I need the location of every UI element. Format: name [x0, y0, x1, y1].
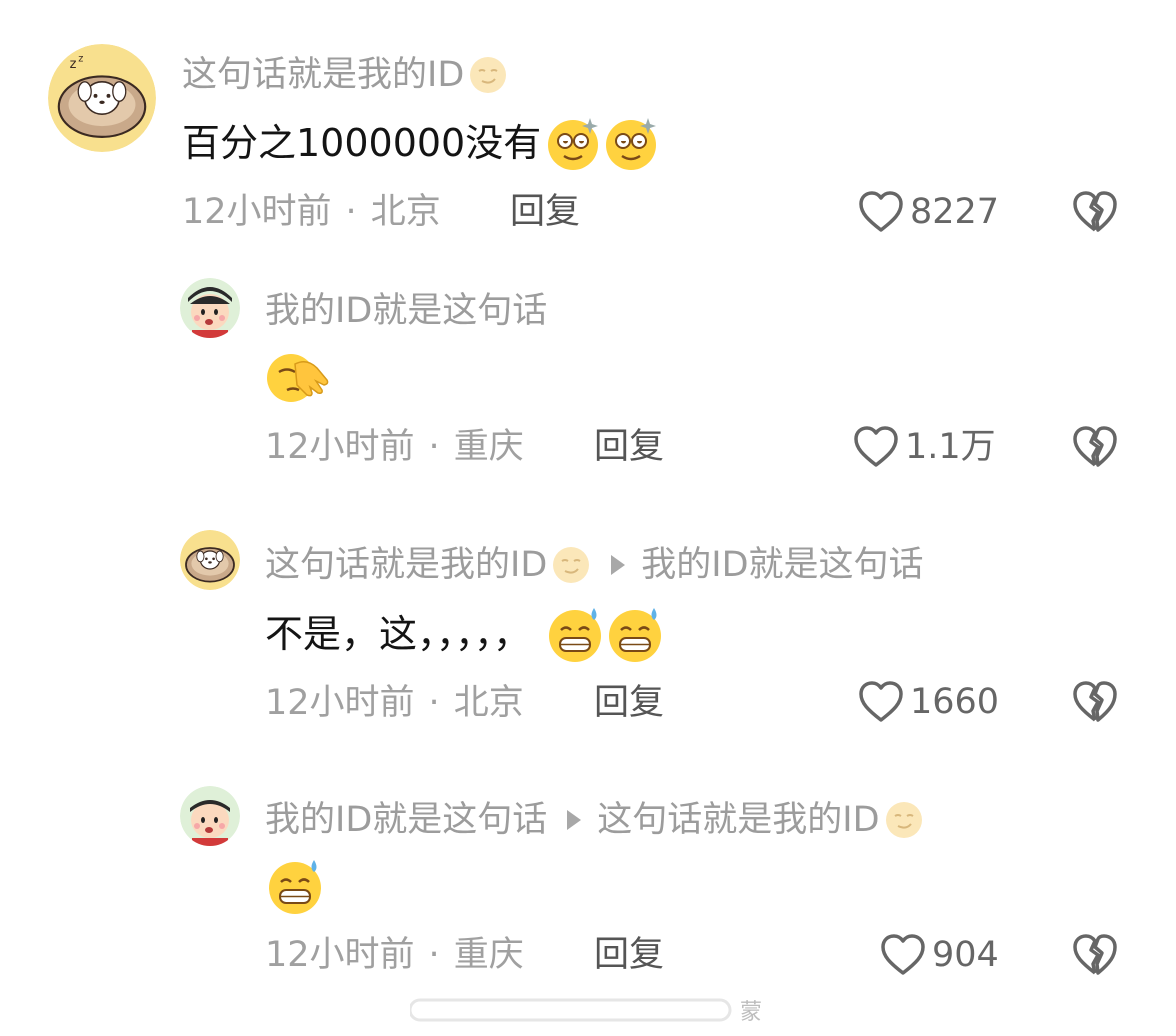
comment-location: 重庆 — [453, 935, 524, 975]
reply-to-username[interactable]: 我的ID就是这句话 — [641, 547, 923, 583]
like-button[interactable]: 904 — [880, 933, 999, 977]
heart-icon — [881, 934, 925, 975]
comment-time: 12小时前 — [265, 935, 415, 975]
smirk-emoji — [468, 55, 508, 95]
broken-heart-icon — [1073, 934, 1117, 975]
puppy-avatar[interactable]: z z — [48, 44, 156, 152]
reply-button[interactable]: 回复 — [594, 938, 664, 973]
comment-location: 北京 — [370, 192, 441, 232]
grinning-sweat-emoji — [545, 604, 605, 664]
like-button[interactable]: 8227 — [858, 190, 999, 234]
comment-time: 12小时前 — [265, 427, 415, 467]
watermark: 蒙 — [408, 994, 770, 1025]
like-button[interactable]: 1.1万 — [853, 425, 996, 469]
dislike-button[interactable] — [1072, 425, 1118, 473]
like-count: 1660 — [910, 681, 1000, 722]
watermark-text: 蒙 — [740, 1000, 763, 1025]
comment-location: 北京 — [453, 683, 524, 723]
svg-text:z: z — [70, 57, 77, 72]
reply-to-username[interactable]: 这句话就是我的ID — [597, 802, 879, 838]
comment-location: 重庆 — [453, 427, 524, 467]
cartoon-boy-avatar[interactable] — [180, 278, 240, 338]
comment-text: 不是，这，，，，， — [265, 604, 665, 664]
heart-icon — [859, 681, 903, 722]
like-button[interactable]: 1660 — [858, 680, 999, 724]
like-count: 904 — [932, 934, 999, 975]
cartoon-boy-avatar[interactable] — [180, 786, 240, 846]
comment-text — [265, 350, 333, 406]
reply-arrow-icon — [611, 555, 626, 575]
comment-text: 百分之1000000没有 — [182, 114, 661, 172]
smirk-emoji — [884, 800, 924, 840]
like-count: 1.1万 — [905, 426, 996, 467]
comment-meta: 12小时前 · 北京 — [265, 686, 524, 721]
broken-heart-icon — [1073, 426, 1117, 467]
reply-button[interactable]: 回复 — [594, 686, 664, 721]
separator-dot: · — [428, 683, 440, 723]
broken-heart-icon — [1073, 681, 1117, 722]
comment-username[interactable]: 我的ID就是这句话 — [265, 294, 547, 329]
dislike-button[interactable] — [1072, 680, 1118, 728]
comment-meta: 12小时前 · 重庆 — [265, 430, 524, 465]
broken-heart-icon — [1073, 191, 1117, 232]
separator-dot: · — [428, 935, 440, 975]
comment-meta: 12小时前 · 重庆 — [265, 938, 524, 973]
grinning-sweat-emoji — [605, 604, 665, 664]
comment-username[interactable]: 这句话就是我的ID 我的ID就是这句话 — [265, 545, 924, 585]
like-count: 8227 — [910, 191, 1000, 232]
puppy-avatar[interactable] — [180, 530, 240, 590]
separator-dot: · — [345, 192, 357, 232]
comment-meta: 12小时前 · 北京 — [182, 195, 441, 230]
separator-dot: · — [428, 427, 440, 467]
comment-username[interactable]: 这句话就是我的ID — [182, 55, 508, 95]
reply-button[interactable]: 回复 — [594, 430, 664, 465]
reply-arrow-icon — [567, 810, 582, 830]
dislike-button[interactable] — [1072, 933, 1118, 981]
comment-time: 12小时前 — [265, 683, 415, 723]
svg-text:z: z — [78, 53, 83, 64]
grinning-sweat-emoji — [265, 856, 325, 916]
comment-username[interactable]: 我的ID就是这句话 这句话就是我的ID — [265, 800, 924, 840]
comment-time: 12小时前 — [182, 192, 332, 232]
comment-text — [265, 856, 325, 916]
facepalm-emoji — [265, 350, 333, 406]
dazzled-face-emoji — [545, 114, 603, 172]
dazzled-face-emoji — [603, 114, 661, 172]
reply-button[interactable]: 回复 — [510, 195, 580, 230]
heart-icon — [859, 191, 903, 232]
heart-icon — [854, 426, 898, 467]
smirk-emoji — [551, 545, 591, 585]
dislike-button[interactable] — [1072, 190, 1118, 238]
